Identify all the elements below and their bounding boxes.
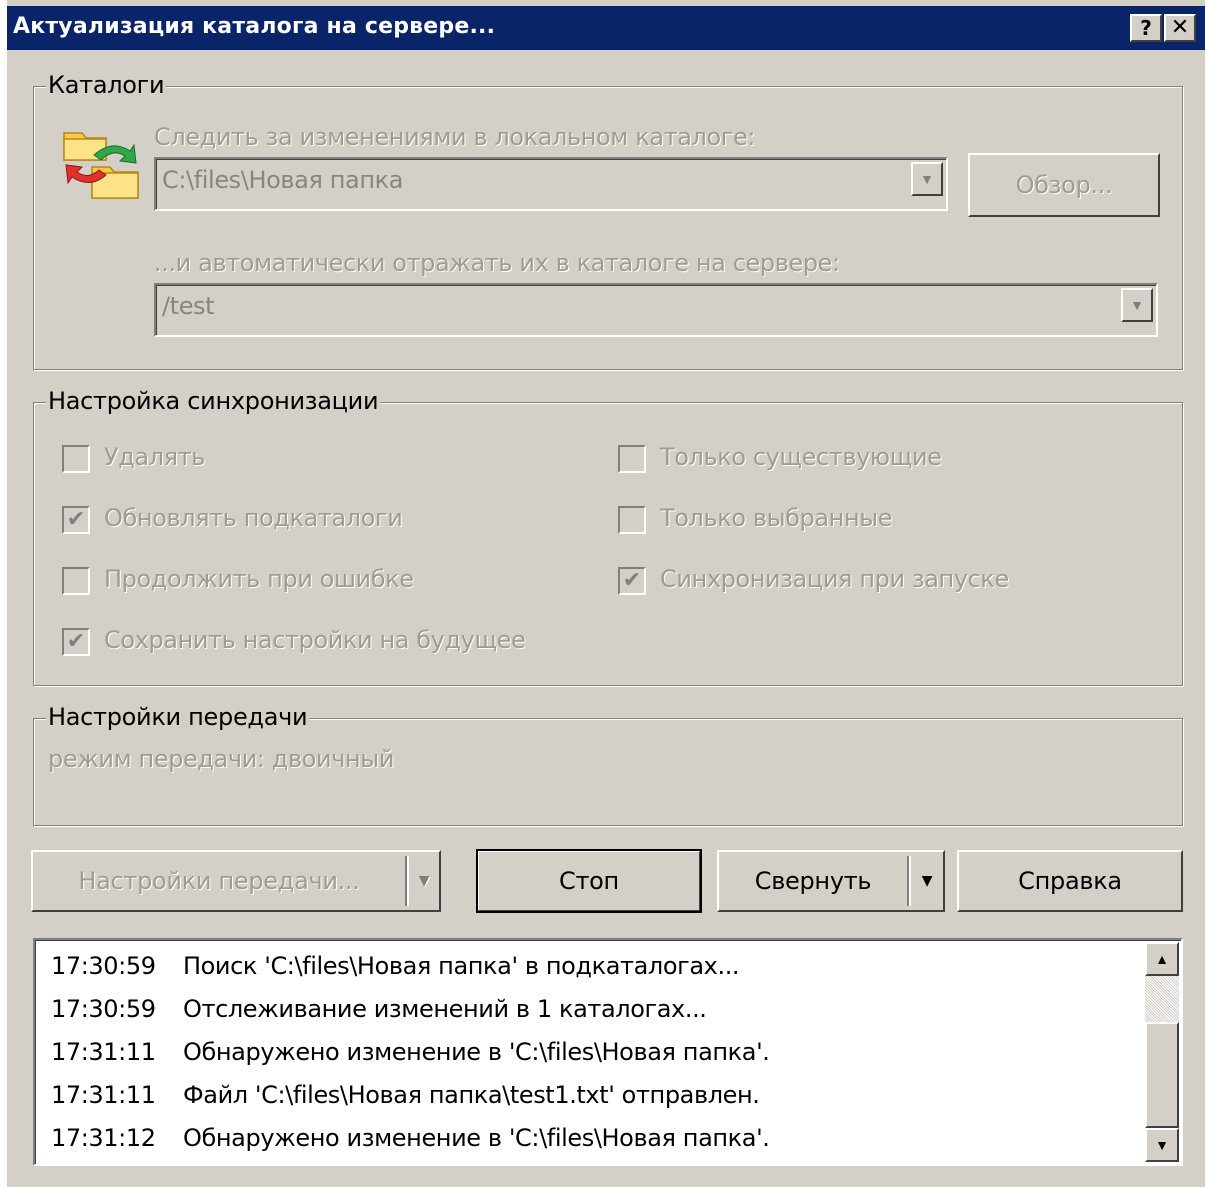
minimize-dropdown-icon[interactable]: ▼ <box>913 852 941 910</box>
transfer-settings-dropdown-icon[interactable]: ▼ <box>411 852 437 910</box>
transfer-settings-button-label: Настройки передачи... <box>78 867 360 895</box>
close-button[interactable]: ✕ <box>1164 14 1196 42</box>
log-scrollbar[interactable]: ▲ ▼ <box>1145 942 1179 1162</box>
local-folder-combo[interactable]: C:\files\Новая папка ▼ <box>154 157 948 211</box>
local-folder-dropdown-icon[interactable]: ▼ <box>911 162 943 196</box>
title-bar[interactable]: Актуализация каталога на сервере... ? ✕ <box>7 6 1205 50</box>
checkbox-selected-only-label: Только выбранные <box>660 504 893 532</box>
checkbox-existing-only-box[interactable] <box>618 445 646 473</box>
checkbox-sync-on-start-label: Синхронизация при запуске <box>660 565 1009 593</box>
checkbox-existing-only-label: Только существующие <box>660 443 942 471</box>
local-folder-value: C:\files\Новая папка <box>162 166 404 194</box>
local-folder-label: Следить за изменениями в локальном катал… <box>154 123 756 151</box>
transfer-settings-group: Настройки передачи режим передачи: двоич… <box>33 703 1183 826</box>
checkbox-continue-on-error-box[interactable] <box>62 567 90 595</box>
catalogs-group: Каталоги Следить за изменениями в локаль… <box>33 71 1183 370</box>
help-button[interactable]: Справка <box>957 850 1183 912</box>
sync-settings-group-label: Настройка синхронизации <box>46 387 381 415</box>
server-folder-label: ...и автоматически отражать их в каталог… <box>154 249 840 277</box>
checkbox-continue-on-error-label: Продолжить при ошибке <box>104 565 414 593</box>
server-folder-value: /test <box>162 292 215 320</box>
log-message: Файл 'C:\files\Новая папка\test1.txt' от… <box>183 1081 760 1109</box>
checkbox-selected-only-box[interactable] <box>618 506 646 534</box>
minimize-split-button[interactable]: Свернуть ▼ <box>717 850 945 912</box>
server-folder-combo[interactable]: /test ▼ <box>154 283 1158 337</box>
log-row: 17:31:11 Файл 'C:\files\Новая папка\test1… <box>51 1081 760 1121</box>
checkbox-delete-label: Удалять <box>104 443 206 471</box>
catalogs-group-label: Каталоги <box>46 71 167 99</box>
stop-button[interactable]: Стоп <box>476 849 702 913</box>
transfer-settings-split-button[interactable]: Настройки передачи... ▼ <box>31 850 441 912</box>
scroll-down-icon[interactable]: ▼ <box>1145 1128 1179 1162</box>
log-message: Обнаружено изменение в 'C:\files\Новая п… <box>183 1124 770 1152</box>
log-time: 17:30:59 <box>51 952 156 980</box>
scroll-up-icon[interactable]: ▲ <box>1145 942 1179 976</box>
log-row: 17:30:59 Поиск 'C:\files\Новая папка' в п… <box>51 952 740 992</box>
log-message: Отслеживание изменений в 1 каталогах... <box>183 995 707 1023</box>
transfer-settings-divider <box>405 856 409 906</box>
server-folder-dropdown-icon[interactable]: ▼ <box>1121 288 1153 322</box>
log-row: 17:30:59 Отслеживание изменений в 1 катал… <box>51 995 707 1035</box>
log-list[interactable]: 17:30:59 Поиск 'C:\files\Новая папка' в п… <box>33 938 1183 1166</box>
sync-dialog: Актуализация каталога на сервере... ? ✕ … <box>6 0 1205 1187</box>
sync-settings-group: Настройка синхронизации Удалять ✔ Обновл… <box>33 387 1183 686</box>
help-title-button[interactable]: ? <box>1130 14 1162 42</box>
checkbox-sync-on-start-box[interactable]: ✔ <box>618 567 646 595</box>
log-time: 17:31:12 <box>51 1124 156 1152</box>
log-time: 17:30:59 <box>51 995 156 1023</box>
folder-sync-icon <box>63 132 139 199</box>
log-row: 17:31:11 Обнаружено изменение в 'C:\files… <box>51 1038 770 1078</box>
transfer-settings-group-label: Настройки передачи <box>46 703 310 731</box>
checkbox-update-subfolders-box[interactable]: ✔ <box>62 506 90 534</box>
scroll-thumb[interactable] <box>1145 1022 1179 1128</box>
log-row: 17:31:12 Обнаружено изменение в 'C:\files… <box>51 1124 770 1164</box>
minimize-button-label: Свернуть <box>754 867 872 895</box>
window-title: Актуализация каталога на сервере... <box>13 14 496 39</box>
log-message: Поиск 'C:\files\Новая папка' в подкатало… <box>183 952 740 980</box>
log-time: 17:31:11 <box>51 1081 156 1109</box>
checkbox-save-settings-box[interactable]: ✔ <box>62 628 90 656</box>
minimize-divider <box>907 856 911 906</box>
checkbox-update-subfolders-label: Обновлять подкаталоги <box>104 504 403 532</box>
checkbox-delete-box[interactable] <box>62 445 90 473</box>
log-time: 17:31:11 <box>51 1038 156 1066</box>
checkbox-save-settings-label: Сохранить настройки на будущее <box>104 626 526 654</box>
transfer-mode-text: режим передачи: двоичный <box>48 745 395 773</box>
log-message: Обнаружено изменение в 'C:\files\Новая п… <box>183 1038 770 1066</box>
browse-button[interactable]: Обзор... <box>968 153 1160 217</box>
